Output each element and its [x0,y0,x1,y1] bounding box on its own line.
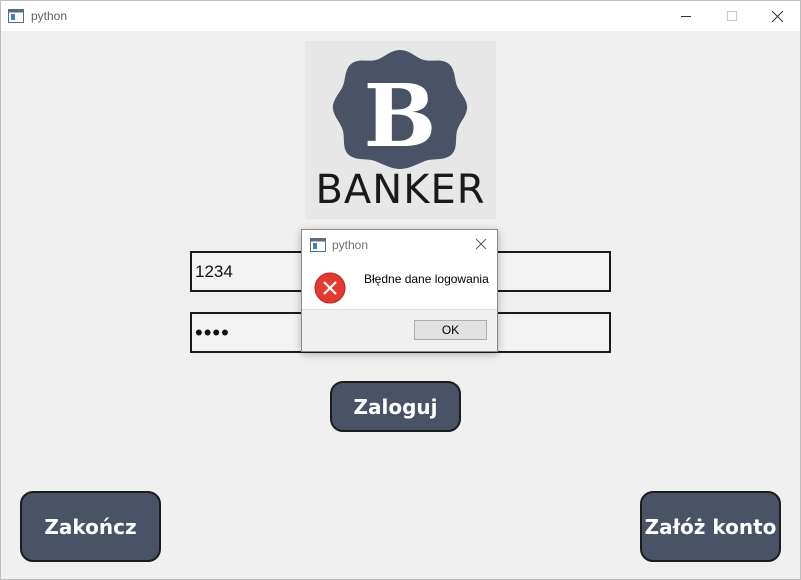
quit-button[interactable]: Zakończ [20,491,161,562]
logo-letter: B [364,66,437,167]
minimize-button[interactable] [663,1,709,31]
banker-logo: B BANKER [305,41,496,219]
error-icon [314,272,346,304]
create-account-button[interactable]: Załóż konto [640,491,781,562]
dialog-close-icon[interactable] [474,237,488,251]
dialog-title: python [332,238,369,252]
close-button[interactable] [754,1,800,31]
title-bar: python [1,1,800,31]
dialog-app-icon [310,238,326,252]
dialog-title-bar: python [302,230,497,260]
maximize-button[interactable] [709,1,755,31]
ok-button[interactable]: OK [414,320,487,340]
login-button[interactable]: Zaloguj [330,381,461,432]
maximize-icon [727,11,737,21]
logo-badge-icon: B [332,50,468,169]
dialog-body: Błędne dane logowania [302,260,497,309]
dialog-separator [302,309,497,310]
window-title: python [31,9,68,23]
minimize-icon [681,16,691,17]
error-dialog: python Błędne dane logowania OK [301,229,498,352]
dialog-message: Błędne dane logowania [364,272,489,286]
brand-text: BANKER [315,167,486,213]
close-icon [771,10,783,22]
app-icon [8,9,24,23]
